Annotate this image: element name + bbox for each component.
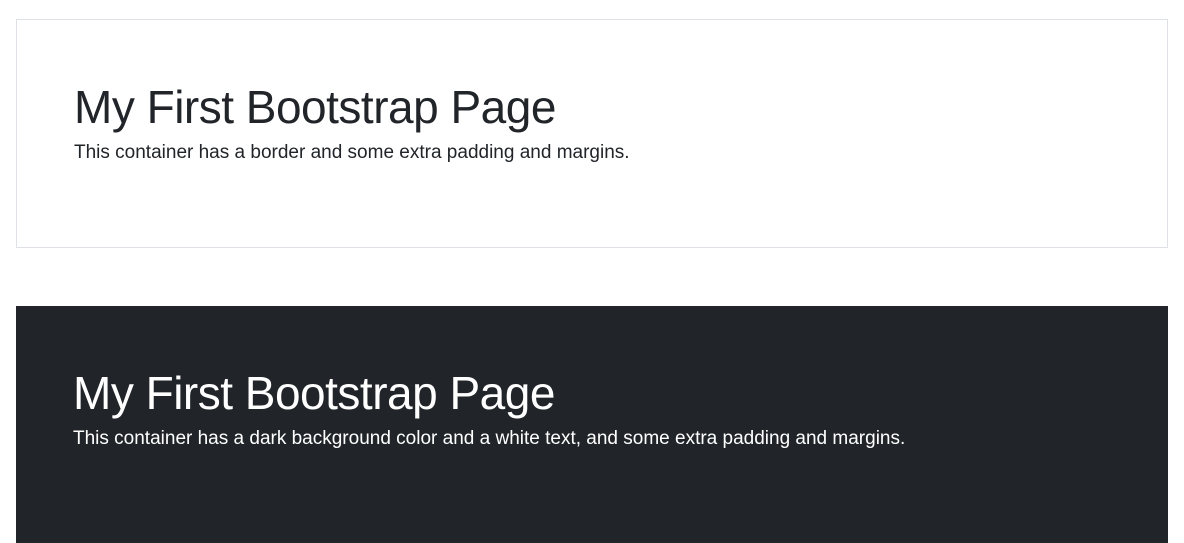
page-title-dark: My First Bootstrap Page [73, 367, 555, 419]
page-title: My First Bootstrap Page [74, 81, 556, 133]
bordered-container: My First Bootstrap Page This container h… [16, 19, 1168, 248]
container-description-dark: This container has a dark background col… [73, 428, 906, 449]
dark-container: My First Bootstrap Page This container h… [16, 306, 1168, 543]
container-description: This container has a border and some ext… [74, 142, 630, 163]
